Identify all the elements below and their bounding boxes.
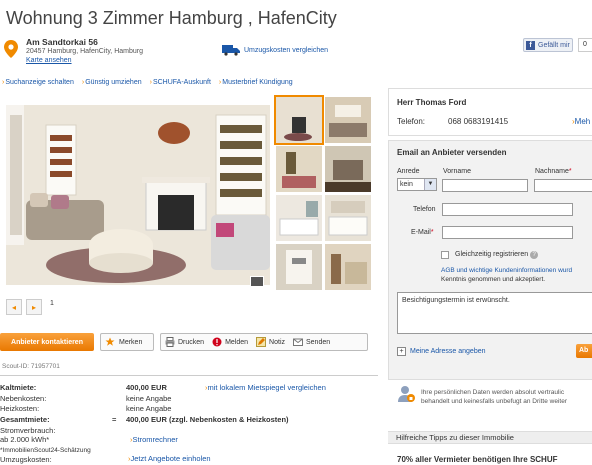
subnav-item-schufa[interactable]: ›SCHUFA-Auskunft bbox=[150, 79, 211, 86]
vorname-field[interactable] bbox=[442, 179, 528, 192]
anrede-select[interactable]: kein ▼ bbox=[397, 178, 437, 191]
umzug-label: *ImmobilienScout24-Schätzung Umzugskosten… bbox=[0, 447, 91, 464]
alert-icon bbox=[212, 337, 222, 347]
tips-headline: 70% aller Vermieter benötigen Ihre SCHUF bbox=[397, 455, 558, 464]
gallery-page-number: 1 bbox=[50, 300, 54, 307]
message-textarea[interactable]: Besichtigungstermin ist erwünscht. bbox=[397, 292, 592, 334]
gesamtmiete-value: 400,00 EUR (zzgl. Nebenkosten & Heizkost… bbox=[126, 415, 289, 424]
telefon-field[interactable] bbox=[442, 203, 573, 216]
nebenkosten-label: Nebenkosten: bbox=[0, 394, 47, 403]
report-button[interactable]: Melden bbox=[212, 337, 248, 347]
heizkosten-value: keine Angabe bbox=[126, 404, 172, 413]
main-listing-photo[interactable] bbox=[6, 105, 270, 285]
umzug-angebote-link[interactable]: ›Jetzt Angebote einholen bbox=[128, 454, 211, 463]
thumbnail-4[interactable] bbox=[325, 146, 371, 192]
vorname-label: Vorname bbox=[443, 168, 472, 175]
facebook-like-label: Gefällt mir bbox=[538, 41, 570, 49]
star-icon bbox=[105, 337, 115, 346]
address-street: Am Sandtorkai 56 bbox=[26, 37, 98, 47]
nachname-field[interactable] bbox=[534, 179, 592, 192]
stromrechner-link[interactable]: ›Stromrechner bbox=[130, 435, 178, 444]
heizkosten-label: Heizkosten: bbox=[0, 404, 40, 413]
thumbnail-7[interactable] bbox=[276, 244, 322, 290]
plus-icon[interactable]: + bbox=[397, 347, 406, 356]
subnav: ›Suchanzeige schalten ›Günstig umziehen … bbox=[2, 79, 293, 86]
printer-icon bbox=[165, 337, 175, 347]
thumbnail-2[interactable] bbox=[325, 97, 371, 143]
divider bbox=[0, 375, 378, 376]
send-button[interactable]: Ab bbox=[576, 344, 592, 358]
pencil-icon bbox=[256, 337, 267, 347]
moving-costs-link[interactable]: Umzugskosten vergleichen bbox=[244, 47, 328, 54]
agb-notice: AGB und wichtige Kundeninformationen wur… bbox=[441, 267, 573, 283]
facebook-like-button[interactable]: f Gefällt mir bbox=[523, 38, 573, 52]
subnav-item-musterbrief[interactable]: ›Musterbrief Kündigung bbox=[219, 79, 293, 86]
subnav-item-umziehen[interactable]: ›Günstig umziehen bbox=[82, 79, 142, 86]
chevron-down-icon: ▼ bbox=[424, 179, 436, 190]
kaltmiete-label: Kaltmiete: bbox=[0, 383, 37, 392]
agent-name: Herr Thomas Ford bbox=[397, 98, 467, 107]
facebook-like-count: 0 bbox=[578, 38, 592, 52]
save-label: Merken bbox=[119, 338, 143, 346]
telefon-label: Telefon bbox=[413, 206, 436, 213]
thumbnail-1[interactable] bbox=[274, 95, 324, 145]
nachname-label: Nachname* bbox=[535, 168, 572, 175]
chevron-right-icon[interactable]: ▸ bbox=[26, 299, 42, 315]
address-link[interactable]: Meine Adresse angeben bbox=[410, 348, 486, 355]
chevron-left-icon[interactable]: ◂ bbox=[6, 299, 22, 315]
save-button[interactable]: Merken bbox=[100, 333, 154, 351]
contact-form bbox=[388, 140, 592, 380]
action-toolbar: Drucken Melden Notiz Senden bbox=[160, 333, 368, 351]
send-listing-button[interactable]: Senden bbox=[293, 337, 330, 347]
scout-id: Scout-ID: 71957701 bbox=[2, 363, 60, 370]
address-city: 20457 Hamburg, HafenCity, Hamburg bbox=[26, 48, 143, 55]
map-pin-icon bbox=[4, 40, 18, 58]
gallery-fullscreen-icon[interactable] bbox=[250, 276, 264, 287]
moving-truck-icon bbox=[222, 45, 240, 56]
envelope-icon bbox=[293, 338, 303, 346]
thumbnail-3[interactable] bbox=[276, 146, 322, 192]
thumbnail-5[interactable] bbox=[276, 195, 322, 241]
gesamtmiete-label: Gesamtmiete: bbox=[0, 415, 50, 424]
mietspiegel-link[interactable]: ›mit lokalem Mietspiegel vergleichen bbox=[205, 383, 326, 392]
contact-provider-button[interactable]: Anbieter kontaktieren bbox=[0, 333, 94, 351]
subnav-item-suchanzeige[interactable]: ›Suchanzeige schalten bbox=[2, 79, 74, 86]
agent-box bbox=[388, 88, 592, 136]
phone-label: Telefon: bbox=[397, 117, 426, 126]
form-title: Email an Anbieter versenden bbox=[397, 148, 507, 157]
register-checkbox[interactable] bbox=[441, 251, 449, 259]
phone-value: 068 0683191415 bbox=[448, 117, 509, 126]
page-title: Wohnung 3 Zimmer Hamburg , HafenCity bbox=[6, 8, 337, 28]
user-lock-icon bbox=[398, 386, 415, 402]
thumbnail-6[interactable] bbox=[325, 195, 371, 241]
anrede-label: Anrede bbox=[397, 168, 420, 175]
note-button[interactable]: Notiz bbox=[256, 337, 285, 347]
email-field[interactable] bbox=[442, 226, 573, 239]
facebook-icon: f bbox=[526, 40, 535, 50]
kaltmiete-value: 400,00 EUR bbox=[126, 383, 167, 392]
more-link[interactable]: ›Meh bbox=[572, 117, 590, 126]
print-button[interactable]: Drucken bbox=[165, 337, 204, 347]
privacy-notice: Ihre persönlichen Daten werden absolut v… bbox=[421, 389, 567, 405]
help-icon[interactable]: ? bbox=[530, 251, 539, 259]
email-label: E-Mail* bbox=[411, 229, 434, 236]
tips-header: Hilfreiche Tipps zu dieser Immobilie bbox=[388, 431, 592, 444]
nebenkosten-value: keine Angabe bbox=[126, 394, 172, 403]
equals-sign: = bbox=[112, 415, 117, 424]
thumbnail-8[interactable] bbox=[325, 244, 371, 290]
gallery-pager: ◂ ▸ bbox=[6, 299, 42, 315]
strom-label: Stromverbrauch: ab 2.000 kWh* bbox=[0, 426, 56, 444]
map-link[interactable]: Karte ansehen bbox=[26, 57, 72, 64]
register-label: Gleichzeitig registrieren? bbox=[455, 251, 539, 259]
